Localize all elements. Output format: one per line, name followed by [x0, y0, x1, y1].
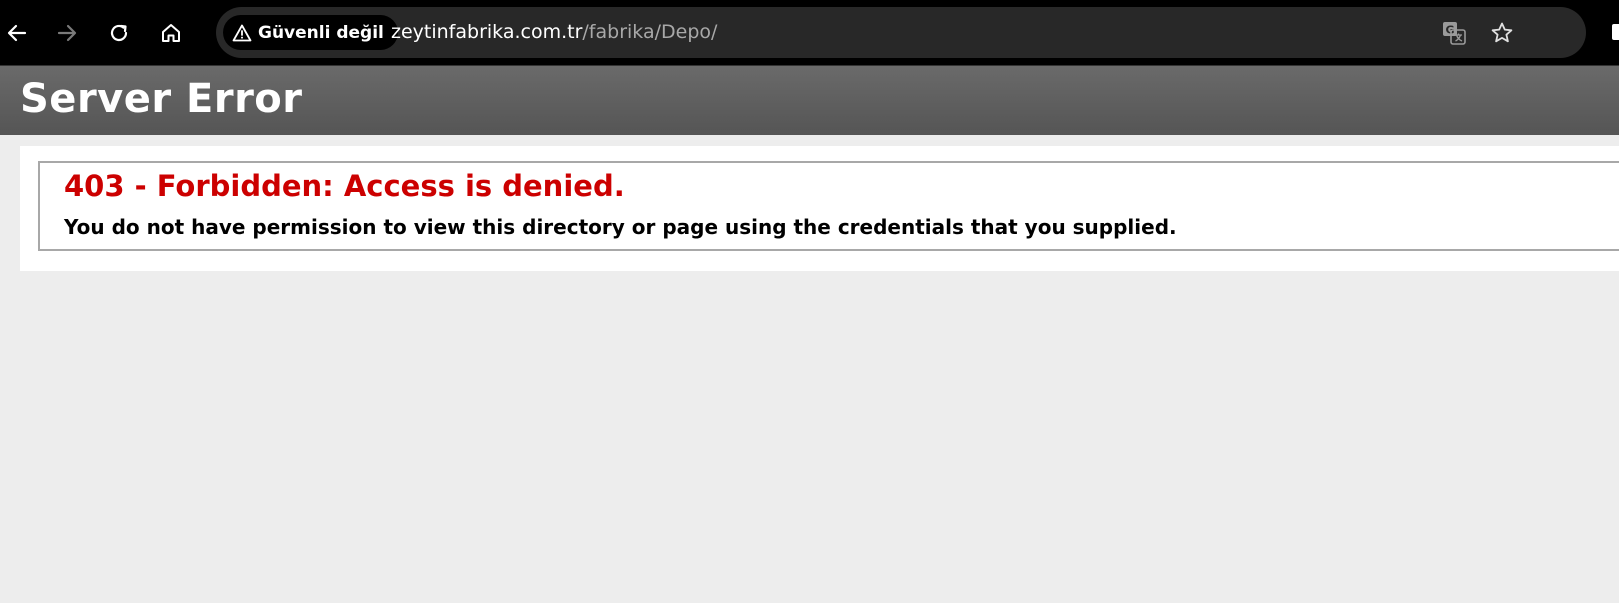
page-title: Server Error	[20, 76, 303, 122]
error-heading: 403 - Forbidden: Access is denied.	[64, 169, 625, 203]
browser-toolbar: Güvenli değil zeytinfabrika.com.tr/fabri…	[0, 0, 1619, 65]
security-indicator[interactable]: Güvenli değil	[223, 15, 398, 50]
address-bar[interactable]: Güvenli değil zeytinfabrika.com.tr/fabri…	[216, 7, 1586, 58]
back-arrow-icon	[7, 24, 27, 42]
url-host: zeytinfabrika.com.tr	[391, 21, 583, 43]
home-icon	[162, 24, 180, 42]
page-header: Server Error	[0, 65, 1619, 135]
extension-icon[interactable]	[1612, 24, 1619, 40]
error-message: You do not have permission to view this …	[64, 215, 1177, 239]
bookmark-button[interactable]	[1488, 19, 1516, 47]
error-box: 403 - Forbidden: Access is denied. You d…	[38, 161, 1619, 251]
star-icon	[1491, 22, 1513, 43]
forward-button[interactable]	[50, 16, 84, 50]
forward-arrow-icon	[57, 24, 77, 42]
warning-icon	[232, 24, 252, 41]
url-path: /fabrika/Depo/	[582, 21, 718, 43]
back-button[interactable]	[0, 16, 34, 50]
url-text[interactable]: zeytinfabrika.com.tr/fabrika/Depo/	[391, 7, 717, 58]
translate-icon: G	[1443, 22, 1466, 45]
reload-icon	[110, 24, 128, 42]
content-panel: 403 - Forbidden: Access is denied. You d…	[20, 146, 1619, 271]
security-label: Güvenli değil	[258, 22, 384, 43]
reload-button[interactable]	[102, 16, 136, 50]
translate-button[interactable]: G	[1440, 19, 1468, 47]
home-button[interactable]	[154, 16, 188, 50]
